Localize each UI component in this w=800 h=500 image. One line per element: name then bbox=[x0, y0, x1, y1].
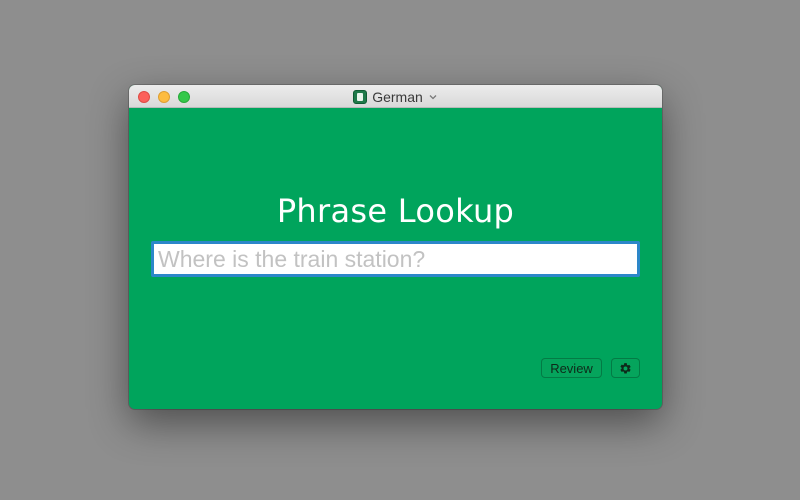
settings-button[interactable] bbox=[611, 358, 640, 378]
chevron-down-icon bbox=[429, 94, 437, 99]
app-window: German Phrase Lookup Review bbox=[129, 85, 662, 409]
page-title: Phrase Lookup bbox=[276, 192, 515, 230]
title-bar[interactable]: German bbox=[129, 85, 662, 108]
phrase-search-input[interactable] bbox=[151, 241, 640, 277]
flashcard-app-icon bbox=[353, 89, 368, 104]
review-button[interactable]: Review bbox=[541, 358, 602, 378]
main-content: Phrase Lookup Review bbox=[129, 108, 662, 409]
window-title: German bbox=[372, 88, 423, 105]
gear-icon bbox=[620, 362, 631, 373]
deck-selector[interactable]: German bbox=[129, 85, 662, 108]
